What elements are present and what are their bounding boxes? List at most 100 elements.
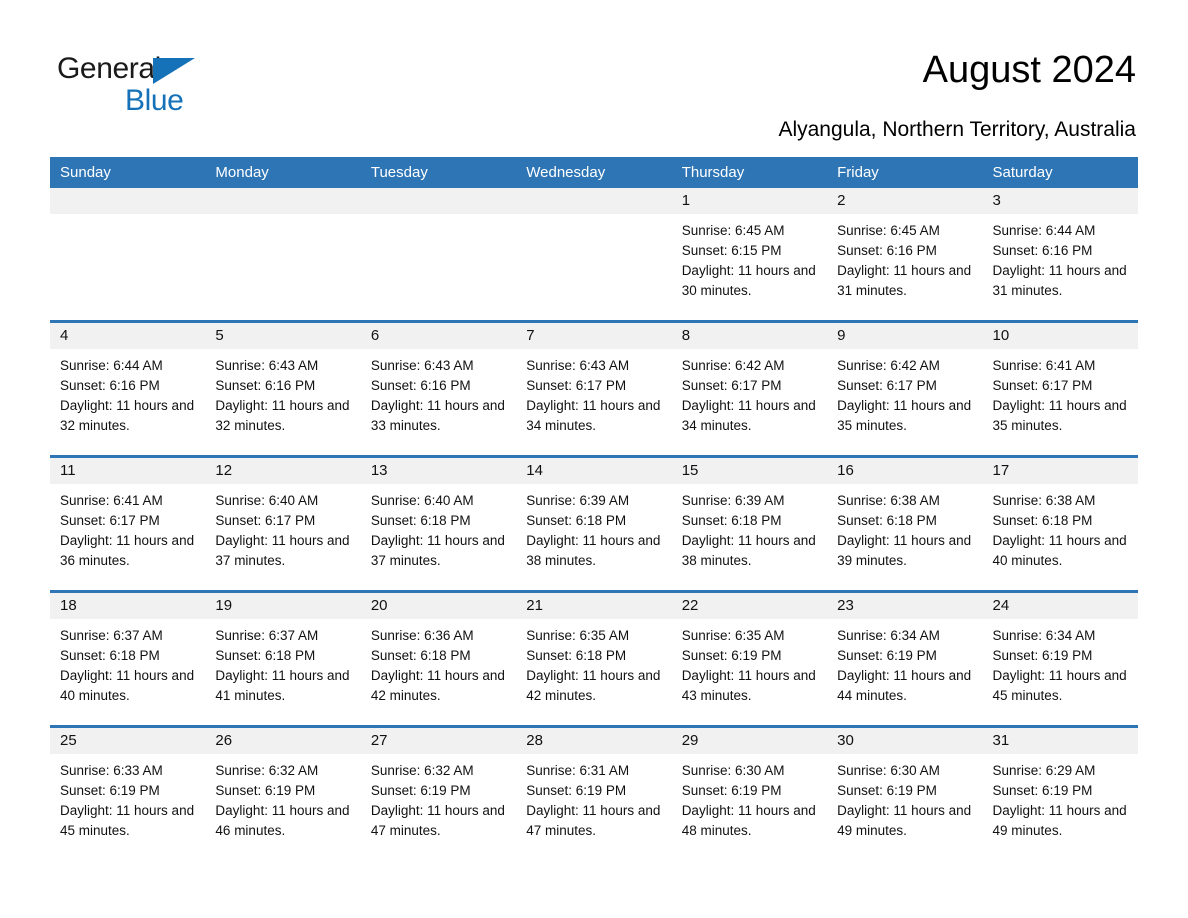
sunset-text: Sunset: 6:19 PM [837, 648, 937, 663]
daylight-text: Daylight: 11 hours and 32 minutes. [215, 398, 350, 433]
sunrise-text: Sunrise: 6:38 AM [837, 493, 940, 508]
calendar-day-cell[interactable]: 2 Sunrise: 6:45 AM Sunset: 6:16 PM Daylight… [827, 188, 983, 322]
calendar-day-cell[interactable]: 5 Sunrise: 6:43 AM Sunset: 6:16 PM Daylight… [205, 321, 361, 457]
daylight-text: Daylight: 11 hours and 34 minutes. [681, 398, 816, 433]
day-details: Sunrise: 6:37 AM Sunset: 6:18 PM Daylight:… [50, 619, 205, 706]
calendar-day-cell[interactable]: 25 Sunrise: 6:33 AM Sunset: 6:19 PM Dayligh… [50, 726, 206, 860]
calendar-day-cell[interactable]: 7 Sunrise: 6:43 AM Sunset: 6:17 PM Daylight… [516, 321, 672, 457]
day-number: 16 [827, 458, 983, 484]
calendar-day-cell[interactable]: 23 Sunrise: 6:34 AM Sunset: 6:19 PM Dayligh… [827, 591, 983, 727]
daylight-text: Daylight: 11 hours and 33 minutes. [370, 398, 505, 433]
daylight-text: Daylight: 11 hours and 42 minutes. [370, 668, 505, 703]
calendar-page: General Blue August 2024 Alyangula, Nort… [0, 0, 1188, 918]
sunset-text: Sunset: 6:17 PM [837, 378, 937, 393]
sunrise-text: Sunrise: 6:41 AM [60, 493, 163, 508]
calendar-day-cell[interactable]: 13 Sunrise: 6:40 AM Sunset: 6:18 PM Dayligh… [360, 456, 517, 592]
day-number: 17 [982, 458, 1138, 484]
calendar-day-cell[interactable]: 16 Sunrise: 6:38 AM Sunset: 6:18 PM Dayligh… [827, 456, 983, 592]
calendar-day-cell[interactable]: 6 Sunrise: 6:43 AM Sunset: 6:16 PM Daylight… [360, 321, 517, 457]
sunset-text: Sunset: 6:19 PM [60, 783, 160, 798]
calendar-day-cell[interactable]: 20 Sunrise: 6:36 AM Sunset: 6:18 PM Dayligh… [360, 591, 517, 727]
triangle-icon [153, 58, 195, 84]
day-number: 5 [205, 323, 361, 349]
calendar-body: 1 Sunrise: 6:45 AM Sunset: 6:15 PM Daylight… [50, 188, 1138, 860]
day-details: Sunrise: 6:41 AM Sunset: 6:17 PM Daylight:… [983, 349, 1138, 436]
day-number: 11 [50, 458, 206, 484]
sunset-text: Sunset: 6:17 PM [60, 513, 160, 528]
calendar-day-cell[interactable]: 31 Sunrise: 6:29 AM Sunset: 6:19 PM Dayligh… [982, 726, 1138, 860]
general-blue-logo[interactable]: General Blue [57, 52, 257, 122]
daylight-text: Daylight: 11 hours and 31 minutes. [992, 263, 1127, 298]
day-number: 2 [827, 188, 983, 214]
calendar-day-cell[interactable]: 15 Sunrise: 6:39 AM Sunset: 6:18 PM Dayligh… [671, 456, 828, 592]
daylight-text: Daylight: 11 hours and 38 minutes. [526, 533, 661, 568]
sunrise-text: Sunrise: 6:36 AM [370, 628, 474, 643]
sunset-text: Sunset: 6:19 PM [370, 783, 471, 798]
daylight-text: Daylight: 11 hours and 30 minutes. [681, 263, 816, 298]
daylight-text: Daylight: 11 hours and 41 minutes. [215, 668, 350, 703]
sunrise-text: Sunrise: 6:40 AM [215, 493, 319, 508]
sunrise-text: Sunrise: 6:39 AM [681, 493, 785, 508]
calendar-day-cell[interactable]: 26 Sunrise: 6:32 AM Sunset: 6:19 PM Dayligh… [205, 726, 361, 860]
calendar-day-cell[interactable]: 22 Sunrise: 6:35 AM Sunset: 6:19 PM Dayligh… [671, 591, 828, 727]
day-number: 29 [671, 728, 828, 754]
sunset-text: Sunset: 6:18 PM [370, 648, 471, 663]
weekday-header-thursday: Thursday [671, 157, 828, 188]
calendar-day-cell[interactable]: 8 Sunrise: 6:42 AM Sunset: 6:17 PM Daylight… [671, 321, 828, 457]
calendar-week-row: 11 Sunrise: 6:41 AM Sunset: 6:17 PM Dayligh… [50, 456, 1138, 592]
day-details: Sunrise: 6:32 AM Sunset: 6:19 PM Daylight:… [205, 754, 360, 841]
daylight-text: Daylight: 11 hours and 49 minutes. [992, 803, 1127, 838]
day-number [205, 188, 361, 214]
day-details: Sunrise: 6:45 AM Sunset: 6:15 PM Daylight:… [672, 214, 827, 301]
calendar-day-cell[interactable]: 4 Sunrise: 6:44 AM Sunset: 6:16 PM Daylight… [50, 321, 206, 457]
calendar-day-cell-empty [50, 188, 206, 322]
day-details: Sunrise: 6:43 AM Sunset: 6:16 PM Daylight:… [205, 349, 360, 436]
calendar-day-cell[interactable]: 18 Sunrise: 6:37 AM Sunset: 6:18 PM Dayligh… [50, 591, 206, 727]
calendar-day-cell[interactable]: 29 Sunrise: 6:30 AM Sunset: 6:19 PM Dayligh… [671, 726, 828, 860]
daylight-text: Daylight: 11 hours and 46 minutes. [215, 803, 350, 838]
calendar-day-cell[interactable]: 9 Sunrise: 6:42 AM Sunset: 6:17 PM Daylight… [827, 321, 983, 457]
calendar-day-cell[interactable]: 19 Sunrise: 6:37 AM Sunset: 6:18 PM Dayligh… [205, 591, 361, 727]
calendar-day-cell[interactable]: 14 Sunrise: 6:39 AM Sunset: 6:18 PM Dayligh… [516, 456, 672, 592]
daylight-text: Daylight: 11 hours and 36 minutes. [60, 533, 195, 568]
day-number: 19 [205, 593, 361, 619]
day-number: 28 [516, 728, 672, 754]
sunrise-text: Sunrise: 6:33 AM [60, 763, 163, 778]
calendar-day-cell[interactable]: 3 Sunrise: 6:44 AM Sunset: 6:16 PM Daylight… [982, 188, 1138, 322]
sunrise-text: Sunrise: 6:41 AM [992, 358, 1096, 373]
day-number: 15 [671, 458, 828, 484]
sunset-text: Sunset: 6:18 PM [526, 513, 627, 528]
day-details: Sunrise: 6:30 AM Sunset: 6:19 PM Daylight:… [827, 754, 982, 841]
page-header: General Blue August 2024 Alyangula, Nort… [0, 0, 1188, 155]
daylight-text: Daylight: 11 hours and 37 minutes. [370, 533, 505, 568]
day-number: 14 [516, 458, 672, 484]
calendar-day-cell[interactable]: 24 Sunrise: 6:34 AM Sunset: 6:19 PM Dayligh… [982, 591, 1138, 727]
sunset-text: Sunset: 6:17 PM [215, 513, 316, 528]
calendar-day-cell[interactable]: 27 Sunrise: 6:32 AM Sunset: 6:19 PM Dayligh… [360, 726, 517, 860]
calendar-day-cell[interactable]: 28 Sunrise: 6:31 AM Sunset: 6:19 PM Dayligh… [516, 726, 672, 860]
calendar-day-cell[interactable]: 12 Sunrise: 6:40 AM Sunset: 6:17 PM Dayligh… [205, 456, 361, 592]
sunset-text: Sunset: 6:19 PM [681, 648, 782, 663]
sunrise-text: Sunrise: 6:43 AM [215, 358, 319, 373]
sunrise-text: Sunrise: 6:29 AM [992, 763, 1096, 778]
sunset-text: Sunset: 6:16 PM [992, 243, 1093, 258]
day-number: 3 [982, 188, 1138, 214]
sunset-text: Sunset: 6:16 PM [837, 243, 937, 258]
sunrise-text: Sunrise: 6:32 AM [215, 763, 319, 778]
calendar-day-cell[interactable]: 11 Sunrise: 6:41 AM Sunset: 6:17 PM Dayligh… [50, 456, 206, 592]
calendar-day-cell[interactable]: 1 Sunrise: 6:45 AM Sunset: 6:15 PM Daylight… [671, 188, 828, 322]
day-details: Sunrise: 6:34 AM Sunset: 6:19 PM Daylight:… [827, 619, 982, 706]
logo-text-blue: Blue [125, 84, 184, 117]
weekday-header-sunday: Sunday [50, 157, 206, 188]
sunrise-text: Sunrise: 6:34 AM [837, 628, 940, 643]
day-details: Sunrise: 6:38 AM Sunset: 6:18 PM Daylight:… [983, 484, 1138, 571]
calendar-day-cell[interactable]: 17 Sunrise: 6:38 AM Sunset: 6:18 PM Dayligh… [982, 456, 1138, 592]
calendar-day-cell[interactable]: 21 Sunrise: 6:35 AM Sunset: 6:18 PM Dayligh… [516, 591, 672, 727]
day-details: Sunrise: 6:43 AM Sunset: 6:16 PM Daylight:… [361, 349, 516, 436]
sunset-text: Sunset: 6:17 PM [992, 378, 1093, 393]
calendar-day-cell[interactable]: 10 Sunrise: 6:41 AM Sunset: 6:17 PM Dayligh… [982, 321, 1138, 457]
day-details: Sunrise: 6:44 AM Sunset: 6:16 PM Daylight:… [983, 214, 1138, 301]
calendar-day-cell[interactable]: 30 Sunrise: 6:30 AM Sunset: 6:19 PM Dayligh… [827, 726, 983, 860]
sunrise-text: Sunrise: 6:31 AM [526, 763, 630, 778]
daylight-text: Daylight: 11 hours and 45 minutes. [992, 668, 1127, 703]
